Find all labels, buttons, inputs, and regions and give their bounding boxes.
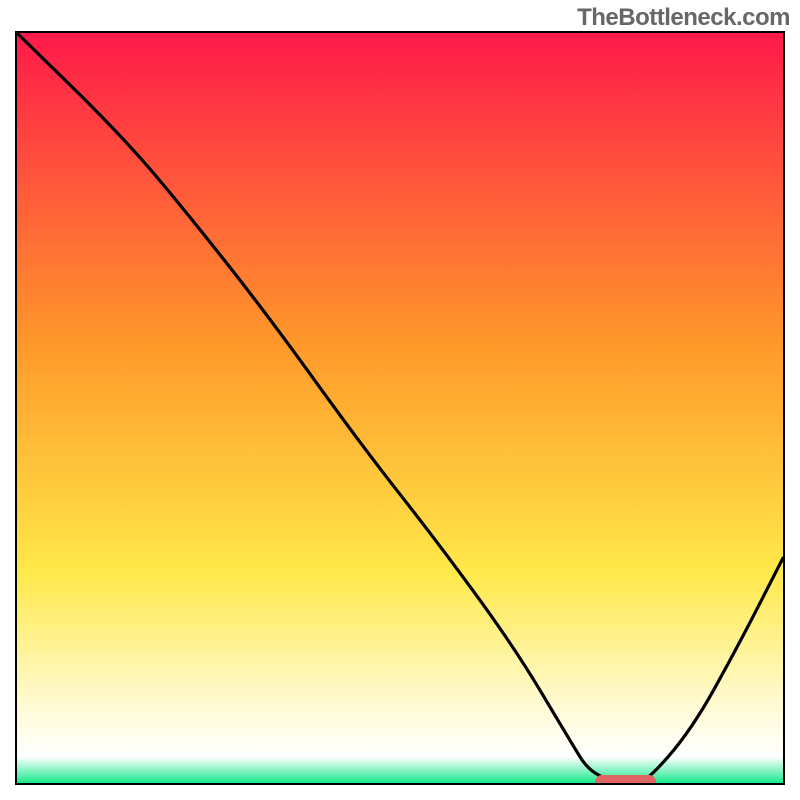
optimal-marker xyxy=(595,775,657,785)
curve-svg xyxy=(17,33,783,783)
bottleneck-curve xyxy=(17,33,783,783)
watermark-text: TheBottleneck.com xyxy=(577,4,790,32)
chart-frame: TheBottleneck.com xyxy=(0,0,800,800)
plot-area xyxy=(15,31,785,785)
